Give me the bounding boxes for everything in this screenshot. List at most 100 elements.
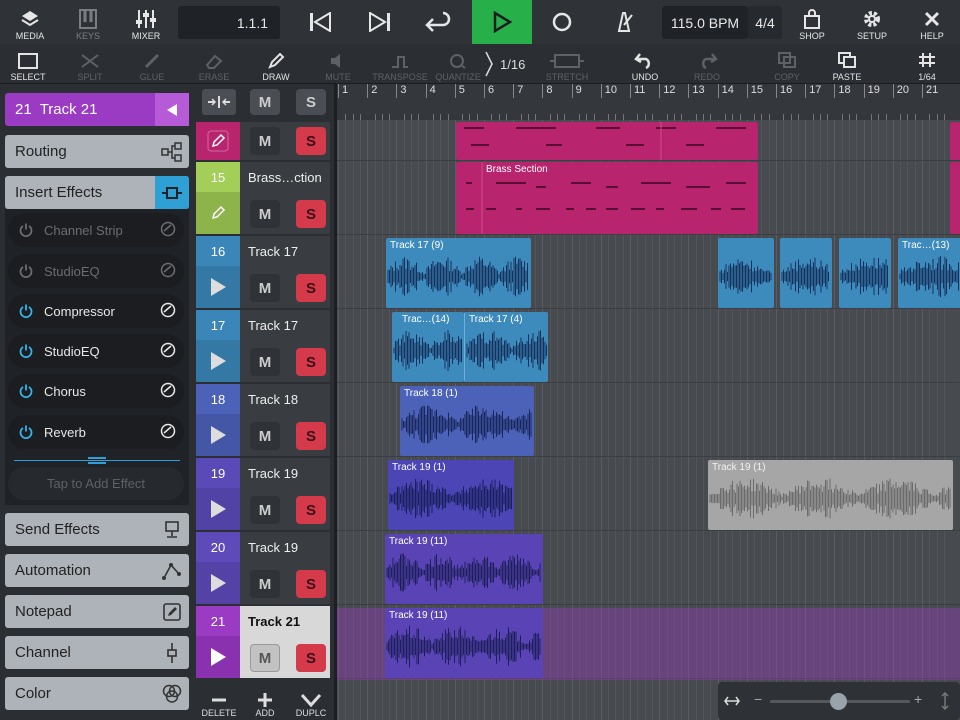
audio-clip[interactable]: Track 18 (1) (400, 386, 534, 456)
track-play-button[interactable] (196, 636, 240, 678)
audio-clip[interactable] (780, 238, 832, 308)
media-button[interactable]: MEDIA (4, 0, 56, 44)
track-header-19[interactable]: 19 Track 19 M S (196, 458, 330, 530)
forward-button[interactable] (350, 0, 410, 44)
quantize-value[interactable]: 1/16 (484, 50, 530, 78)
redo-button[interactable]: REDO (684, 44, 730, 84)
select-tool[interactable]: SELECT (4, 44, 52, 84)
delete-track-button[interactable]: DELETE (198, 682, 240, 720)
mute-button[interactable]: M (250, 644, 280, 672)
insert-effects-panel[interactable]: Insert Effects (5, 176, 189, 209)
grid-button[interactable]: 1/64 (904, 44, 950, 84)
solo-button[interactable]: S (296, 348, 326, 376)
position-display[interactable]: 1.1.1 (178, 6, 280, 39)
midi-clip[interactable] (456, 122, 758, 160)
add-effect-button[interactable]: Tap to Add Effect (8, 467, 184, 500)
global-mute-button[interactable]: M (250, 89, 280, 115)
track-list-button[interactable] (202, 89, 236, 115)
midi-clip[interactable] (950, 162, 960, 234)
global-solo-button[interactable]: S (296, 89, 326, 115)
mute-tool[interactable]: MUTE (314, 44, 362, 84)
tempo-display[interactable]: 115.0 BPM (662, 6, 748, 39)
zoom-out-icon[interactable]: − (754, 691, 762, 707)
arrangement-view[interactable]: 1 2 3 4 5 6 7 8 9 10 11 12 13 14 15 16 17 18 19 20 21 Brass … (334, 84, 960, 720)
undo-button[interactable]: UNDO (622, 44, 668, 84)
time-signature-display[interactable]: 4/4 (748, 6, 782, 39)
solo-button[interactable]: S (296, 200, 326, 228)
track-header-20[interactable]: 20 Track 19 M S (196, 532, 330, 604)
help-button[interactable]: HELP (910, 0, 954, 44)
fx-slot-2[interactable]: StudioEQ (8, 254, 184, 288)
track-play-button[interactable] (196, 488, 240, 530)
glue-tool[interactable]: GLUE (128, 44, 176, 84)
mute-button[interactable]: M (250, 274, 280, 302)
stretch-tool[interactable]: STRETCH (540, 44, 594, 84)
mute-button[interactable]: M (250, 422, 280, 450)
mute-button[interactable]: M (250, 200, 280, 228)
rewind-button[interactable] (290, 0, 350, 44)
collapse-inspector-button[interactable] (155, 93, 189, 126)
solo-button[interactable]: S (296, 127, 326, 155)
edit-effect-icon[interactable] (160, 342, 176, 358)
track-header-16[interactable]: 16 Track 17 M S (196, 236, 330, 308)
effects-divider-handle[interactable] (14, 455, 180, 467)
power-icon[interactable] (8, 384, 44, 398)
horizontal-zoom-icon[interactable] (724, 694, 740, 708)
solo-button[interactable]: S (296, 644, 326, 672)
timeline-ruler[interactable]: 1 2 3 4 5 6 7 8 9 10 11 12 13 14 15 16 17 18 19 20 21 (334, 84, 960, 120)
track-header-15[interactable]: 15 Brass…ction M S (196, 162, 330, 234)
mute-button[interactable]: M (250, 496, 280, 524)
fx-slot-6[interactable]: Reverb (8, 415, 184, 449)
power-icon[interactable] (8, 304, 44, 318)
mute-button[interactable]: M (250, 570, 280, 598)
track-header-21-selected[interactable]: 21 Track 21 M S (196, 606, 330, 678)
midi-clip-brass[interactable]: Brass Section (456, 162, 758, 234)
fx-slot-3[interactable]: Compressor (8, 294, 184, 328)
copy-button[interactable]: COPY (764, 44, 810, 84)
audio-clip[interactable]: Trac…(14) (392, 312, 464, 382)
channel-panel[interactable]: Channel (5, 636, 189, 669)
track-play-button[interactable] (196, 340, 240, 382)
duplicate-track-button[interactable]: DUPLC (290, 682, 332, 720)
color-panel[interactable]: Color (5, 677, 189, 710)
setup-button[interactable]: SETUP (850, 0, 894, 44)
routing-panel[interactable]: Routing (5, 135, 189, 168)
paste-button[interactable]: PASTE (824, 44, 870, 84)
send-effects-panel[interactable]: Send Effects (5, 513, 189, 546)
track-header-18[interactable]: 18 Track 18 M S (196, 384, 330, 456)
mute-button[interactable]: M (250, 348, 280, 376)
track-edit-button[interactable] (196, 192, 240, 234)
solo-button[interactable]: S (296, 570, 326, 598)
play-button[interactable] (472, 0, 532, 44)
mute-button[interactable]: M (250, 127, 280, 155)
audio-clip[interactable] (718, 238, 774, 308)
fx-slot-5[interactable]: Chorus (8, 374, 184, 408)
track-edit-button[interactable] (196, 122, 240, 160)
midi-clip[interactable] (950, 122, 960, 160)
power-icon[interactable] (8, 223, 44, 237)
fx-slot-1[interactable]: Channel Strip (8, 213, 184, 247)
muted-audio-clip[interactable]: Track 19 (1) (708, 460, 953, 530)
audio-clip[interactable]: Track 17 (4) (464, 312, 548, 382)
edit-effect-icon[interactable] (160, 262, 176, 278)
solo-button[interactable]: S (296, 274, 326, 302)
keys-button[interactable]: KEYS (62, 0, 114, 44)
notepad-panel[interactable]: Notepad (5, 595, 189, 628)
automation-panel[interactable]: Automation (5, 554, 189, 587)
inspector-track-header[interactable]: 21 Track 21 (5, 93, 189, 126)
track-play-button[interactable] (196, 266, 240, 308)
track-header-17[interactable]: 17 Track 17 M S (196, 310, 330, 382)
track-play-button[interactable] (196, 562, 240, 604)
audio-clip[interactable]: Trac…(13) (898, 238, 960, 308)
audio-clip[interactable]: Track 17 (9) (386, 238, 531, 308)
metronome-button[interactable] (594, 0, 654, 44)
shop-button[interactable]: SHOP (790, 0, 834, 44)
erase-tool[interactable]: ERASE (190, 44, 238, 84)
audio-clip[interactable] (839, 238, 891, 308)
fx-slot-4[interactable]: StudioEQ (8, 334, 184, 368)
quantize-tool[interactable]: QUANTIZE (434, 44, 482, 84)
mixer-button[interactable]: MIXER (120, 0, 172, 44)
power-icon[interactable] (8, 425, 44, 439)
vertical-zoom-icon[interactable] (940, 692, 950, 710)
edit-effect-icon[interactable] (160, 382, 176, 398)
